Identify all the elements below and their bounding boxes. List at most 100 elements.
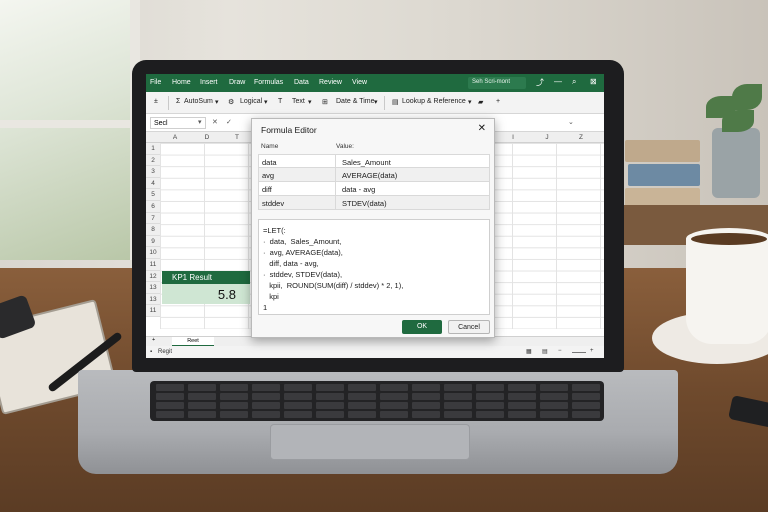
row-header[interactable]: 2 xyxy=(146,154,160,167)
row-header[interactable]: 7 xyxy=(146,212,160,225)
keyboard-key xyxy=(412,384,440,391)
add-sheet-icon[interactable]: + xyxy=(152,337,155,343)
variable-value[interactable]: data - avg xyxy=(335,182,491,195)
keyboard-key xyxy=(444,384,472,391)
text-button[interactable]: Text xyxy=(292,98,305,105)
menu-data[interactable]: Data xyxy=(294,79,309,86)
column-header[interactable]: D xyxy=(192,134,222,141)
chevron-down-icon[interactable]: ▾ xyxy=(198,118,202,126)
keyboard-key xyxy=(540,411,568,418)
keyboard-key xyxy=(156,393,184,400)
keyboard-key xyxy=(284,384,312,391)
row-header[interactable]: 9 xyxy=(146,235,160,248)
variable-value[interactable]: Sales_Amount xyxy=(335,155,491,168)
menu-file[interactable]: File xyxy=(150,79,161,86)
keyboard-key xyxy=(412,393,440,400)
variable-table: data Sales_Amount avg AVERAGE(data) diff… xyxy=(258,154,490,210)
row-header[interactable]: 1 xyxy=(146,143,160,155)
book-stack xyxy=(625,140,700,215)
value-column-header: Value: xyxy=(336,143,354,150)
keyboard-key xyxy=(508,384,536,391)
zoom-slider[interactable] xyxy=(572,352,586,353)
code-line: kpii, ROUND(SUM(diff) / stddev) * 2, 1), xyxy=(263,281,404,290)
autosum-button[interactable]: AutoSum xyxy=(184,98,213,105)
menu-home[interactable]: Home xyxy=(172,79,191,86)
cancel-entry-icon[interactable]: ✕ xyxy=(212,118,218,126)
row-header[interactable]: 13 xyxy=(146,293,160,306)
lookup-button[interactable]: Lookup & Reference xyxy=(402,98,466,105)
column-header[interactable]: T xyxy=(222,134,252,141)
ribbon-divider xyxy=(384,96,385,110)
chevron-down-icon[interactable]: ▾ xyxy=(308,98,312,106)
minimize-icon[interactable]: — xyxy=(554,77,562,86)
keyboard-key xyxy=(540,384,568,391)
folder-icon[interactable]: ▰ xyxy=(478,98,483,106)
menu-insert[interactable]: Insert xyxy=(200,79,218,86)
zoom-in-icon[interactable]: + xyxy=(590,348,594,354)
insert-function-icon[interactable]: ± xyxy=(154,98,158,105)
menu-review[interactable]: Review xyxy=(319,79,342,86)
cancel-button[interactable]: Cancel xyxy=(448,320,490,334)
kpi-value-cell[interactable]: 5.8 xyxy=(162,284,250,304)
keyboard-key xyxy=(476,384,504,391)
menu-view[interactable]: View xyxy=(352,79,367,86)
table-row[interactable]: data Sales_Amount xyxy=(258,154,490,168)
column-header[interactable]: A xyxy=(160,134,190,141)
expand-formula-icon[interactable]: ⌄ xyxy=(568,118,574,126)
keyboard-key xyxy=(220,411,248,418)
code-line: =LET(: xyxy=(263,226,286,235)
variable-value[interactable]: AVERAGE(data) xyxy=(335,168,491,181)
row-header[interactable]: 12 xyxy=(146,270,160,283)
close-icon[interactable]: ⊠ xyxy=(590,77,597,86)
keyboard-key xyxy=(508,393,536,400)
chevron-down-icon[interactable]: ▾ xyxy=(468,98,472,106)
formula-code-editor[interactable]: =LET(: · data, Sales_Amount, · avg, AVER… xyxy=(258,219,490,315)
column-header[interactable]: I xyxy=(498,134,528,141)
keyboard-key xyxy=(316,402,344,409)
menu-draw[interactable]: Draw xyxy=(229,79,245,86)
plant-leaf xyxy=(732,84,762,110)
chevron-down-icon[interactable]: ▾ xyxy=(264,98,268,106)
add-icon[interactable]: + xyxy=(496,98,500,105)
table-row[interactable]: stddev STDEV(data) xyxy=(258,196,490,210)
row-header[interactable]: 4 xyxy=(146,177,160,190)
menu-formulas[interactable]: Formulas xyxy=(254,79,283,86)
row-header[interactable]: 8 xyxy=(146,224,160,236)
row-header[interactable]: 6 xyxy=(146,200,160,213)
row-header[interactable]: 5 xyxy=(146,189,160,201)
logical-button[interactable]: Logical xyxy=(240,98,262,105)
keyboard-key xyxy=(252,393,280,400)
keyboard-key xyxy=(380,384,408,391)
column-header[interactable]: Z xyxy=(566,134,596,141)
search-icon[interactable]: ⌕ xyxy=(572,77,576,87)
table-row[interactable]: diff data - avg xyxy=(258,182,490,196)
share-icon[interactable]: ⤴ xyxy=(536,77,544,88)
row-header[interactable]: 11 xyxy=(146,258,160,271)
chevron-down-icon[interactable]: ▾ xyxy=(374,98,378,106)
row-header[interactable]: 3 xyxy=(146,166,160,178)
keyboard-key xyxy=(572,393,600,400)
chevron-down-icon[interactable]: ▾ xyxy=(215,98,219,106)
column-header[interactable]: J xyxy=(532,134,562,141)
normal-view-icon[interactable]: ▦ xyxy=(526,348,532,355)
keyboard-key xyxy=(156,384,184,391)
code-line: · data, Sales_Amount, xyxy=(263,237,342,246)
keyboard-key xyxy=(476,411,504,418)
table-row[interactable]: avg AVERAGE(data) xyxy=(258,168,490,182)
enter-entry-icon[interactable]: ✓ xyxy=(226,118,232,126)
keyboard-key xyxy=(220,393,248,400)
close-icon[interactable]: ✕ xyxy=(478,123,486,134)
variable-value[interactable]: STDEV(data) xyxy=(335,196,491,209)
trackpad[interactable] xyxy=(270,424,470,460)
row-header[interactable]: 10 xyxy=(146,247,160,259)
kpi-label-cell[interactable]: KP1 Result xyxy=(162,271,250,284)
ok-button[interactable]: OK xyxy=(402,320,442,334)
row-header[interactable]: 11 xyxy=(146,305,160,317)
datetime-button[interactable]: Date & Time xyxy=(336,98,375,105)
zoom-out-icon[interactable]: − xyxy=(558,348,562,354)
row-header[interactable]: 13 xyxy=(146,282,160,294)
search-box[interactable]: Seh Scri-mont xyxy=(468,77,526,89)
keyboard-key xyxy=(348,402,376,409)
dialog-title: Formula Editor xyxy=(261,125,317,135)
page-layout-icon[interactable]: ▤ xyxy=(542,348,548,355)
